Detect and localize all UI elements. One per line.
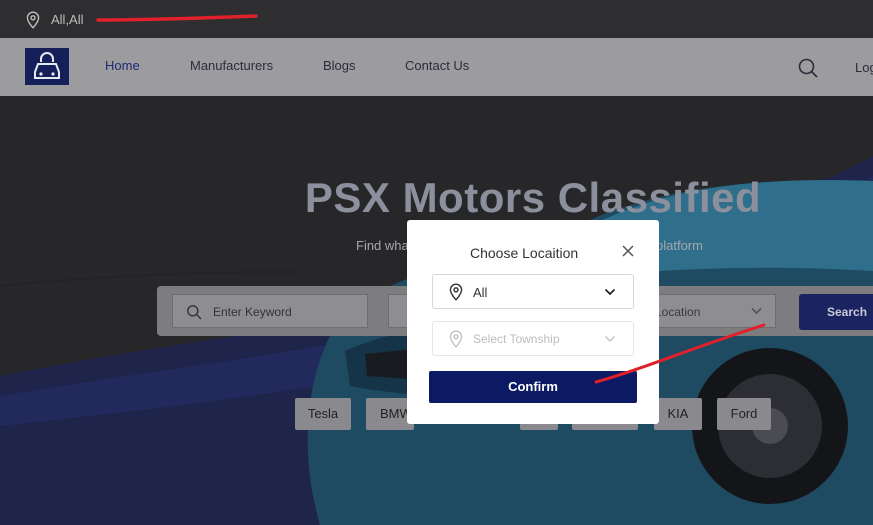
chevron-down-icon <box>604 288 616 296</box>
top-location-bar: All,All <box>0 0 873 38</box>
current-location-text[interactable]: All,All <box>51 12 84 27</box>
search-icon <box>187 305 202 320</box>
hero-title: PSX Motors Classified <box>304 174 762 221</box>
login-link[interactable]: Log <box>855 60 873 75</box>
main-navbar: Home Manufacturers Blogs Contact Us Log <box>0 38 873 96</box>
choose-location-modal: Choose Locaition All Select Township Con… <box>407 220 659 424</box>
site-logo[interactable] <box>25 48 69 85</box>
location-select[interactable]: Location <box>644 294 776 328</box>
confirm-button[interactable]: Confirm <box>429 371 637 403</box>
car-lock-icon <box>34 52 60 79</box>
search-button-label: Search <box>827 305 868 319</box>
map-pin-icon <box>449 330 463 348</box>
hero-subtitle: Find wha <box>356 238 409 253</box>
map-pin-icon <box>449 283 463 301</box>
nav-blogs[interactable]: Blogs <box>323 58 356 73</box>
region-select[interactable]: All <box>432 274 634 309</box>
nav-contact-us[interactable]: Contact Us <box>405 58 469 73</box>
chevron-down-icon <box>751 308 762 314</box>
chevron-down-icon <box>604 335 616 343</box>
close-icon[interactable] <box>622 245 634 257</box>
brand-chip-ford[interactable]: Ford <box>717 398 771 430</box>
township-select-placeholder: Select Township <box>473 332 560 346</box>
region-select-value: All <box>473 285 488 300</box>
search-button[interactable]: Search <box>799 294 873 330</box>
modal-title: Choose Locaition <box>470 245 579 261</box>
location-select-placeholder: Location <box>655 305 701 319</box>
nav-home[interactable]: Home <box>105 58 140 73</box>
search-icon[interactable] <box>797 57 819 79</box>
brand-chip-tesla[interactable]: Tesla <box>295 398 351 430</box>
hero-subtitle-tail: platform <box>656 238 703 253</box>
map-pin-icon[interactable] <box>25 11 41 29</box>
nav-manufacturers[interactable]: Manufacturers <box>190 58 273 73</box>
keyword-input[interactable]: Enter Keyword <box>172 294 368 328</box>
annotation-underline <box>96 14 258 22</box>
keyword-placeholder: Enter Keyword <box>213 305 292 319</box>
brand-chip-kia[interactable]: KIA <box>654 398 702 430</box>
township-select[interactable]: Select Township <box>432 321 634 356</box>
